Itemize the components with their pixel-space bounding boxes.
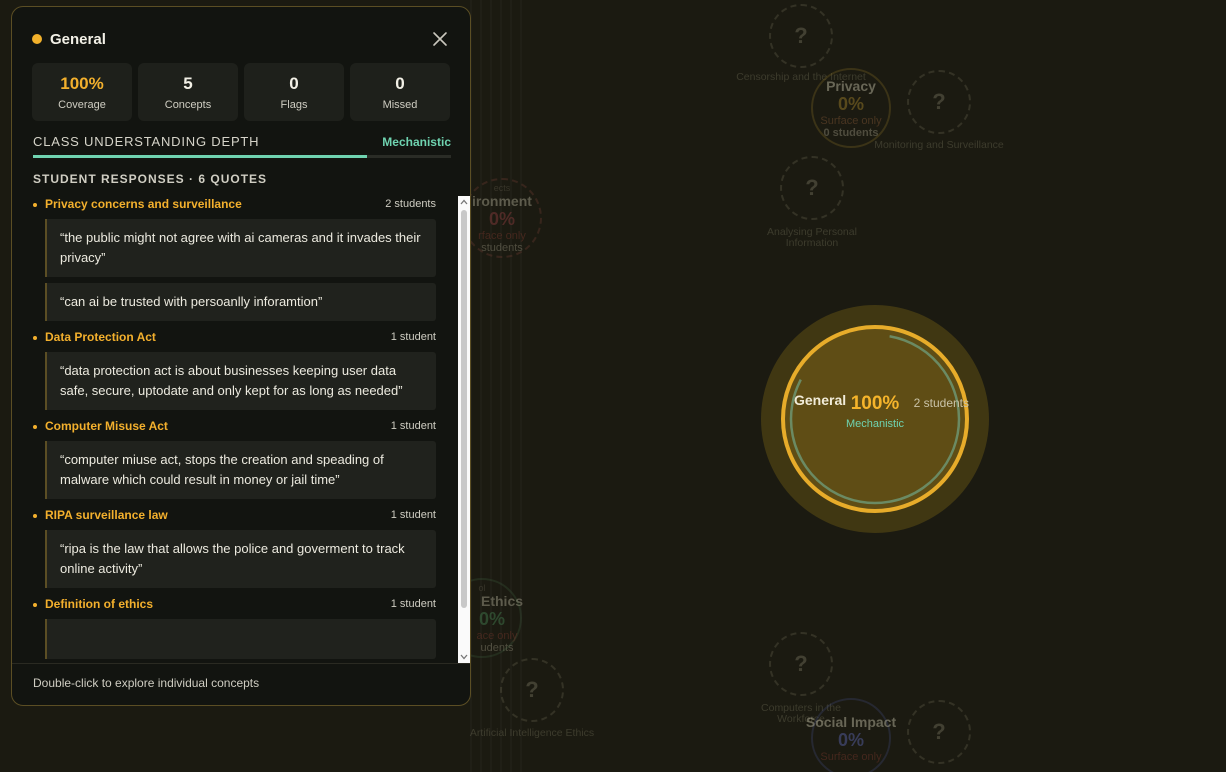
student-quote: “can ai be trusted with persoanlly infor…	[45, 283, 436, 321]
unknown-concept-label: Analysing Personal Information	[767, 226, 857, 249]
depth-value: Mechanistic	[382, 135, 451, 149]
stat-coverage: 100% Coverage	[32, 63, 132, 121]
concept-name: RIPA surveillance law	[45, 508, 168, 522]
topic-student-count: students	[481, 241, 523, 254]
topic-name: Privacy	[826, 77, 876, 94]
question-mark-icon: ?	[932, 719, 946, 744]
unknown-concept-node[interactable]: ?	[907, 700, 971, 764]
unknown-concept-node[interactable]: ?	[780, 156, 844, 220]
response-group: Computer Misuse Act 1 student “computer …	[32, 419, 436, 499]
topic-depth: Surface only	[820, 114, 882, 127]
depth-title: CLASS UNDERSTANDING DEPTH	[33, 134, 260, 149]
chevron-down-icon	[460, 654, 468, 660]
student-quote: “ripa is the law that allows the police …	[45, 530, 436, 588]
response-group: RIPA surveillance law 1 student “ripa is…	[32, 508, 436, 588]
chevron-up-icon	[460, 199, 468, 205]
concept-student-count: 1 student	[390, 331, 436, 343]
topic-status-dot	[32, 34, 42, 44]
topic-node-privacy[interactable]: Privacy 0% Surface only 0 students	[811, 68, 891, 148]
unknown-concept-node[interactable]: ?	[500, 658, 564, 722]
close-icon	[433, 32, 447, 46]
concept-student-count: 1 student	[390, 598, 436, 610]
question-mark-icon: ?	[932, 89, 946, 114]
stat-label: Missed	[382, 98, 418, 111]
topic-name: General	[794, 392, 847, 408]
bullet-icon	[33, 425, 37, 429]
topic-depth: Mechanistic	[845, 418, 905, 430]
scrollbar-thumb[interactable]	[461, 210, 467, 608]
question-mark-icon: ?	[805, 175, 819, 200]
stat-label: Concepts	[164, 98, 212, 111]
stat-missed: 0 Missed	[350, 63, 450, 121]
unknown-concept-label: Monitoring and Surveillance	[874, 139, 1004, 151]
topic-node-social-impact[interactable]: Social Impact 0% Surface only	[806, 698, 896, 772]
bullet-icon	[33, 603, 37, 607]
bullet-icon	[33, 203, 37, 207]
question-mark-icon: ?	[794, 651, 808, 676]
concept-student-count: 1 student	[390, 509, 436, 521]
concept-name: Computer Misuse Act	[45, 419, 168, 433]
student-quote	[45, 619, 436, 659]
topic-student-count: 2 students	[913, 396, 969, 410]
unknown-concept-node[interactable]: ?	[769, 4, 833, 68]
concept-name: Data Protection Act	[45, 330, 156, 344]
understanding-depth: CLASS UNDERSTANDING DEPTH Mechanistic	[33, 134, 451, 150]
stat-value: 100%	[60, 73, 104, 93]
topic-detail-panel: General 100% Coverage 5 Concepts 0 Flags…	[11, 6, 471, 706]
scroll-up-button[interactable]	[458, 196, 470, 208]
footer-divider	[12, 663, 470, 664]
general-node-text: General 100% Mechanistic 2 students	[781, 392, 969, 430]
stats-row: 100% Coverage 5 Concepts 0 Flags 0 Misse…	[32, 63, 450, 121]
scroll-down-button[interactable]	[458, 651, 470, 663]
bullet-icon	[33, 336, 37, 340]
stat-label: Coverage	[58, 98, 106, 111]
student-quote: “data protection act is about businesses…	[45, 352, 436, 410]
topic-percent: 0%	[837, 729, 864, 750]
topic-name: Social Impact	[805, 713, 897, 730]
panel-footer-hint: Double-click to explore individual conce…	[33, 676, 260, 690]
responses-title: STUDENT RESPONSES · 6 QUOTES	[33, 172, 268, 186]
response-group: Data Protection Act 1 student “data prot…	[32, 330, 436, 410]
topic-tag: ol	[478, 582, 486, 593]
concept-student-count: 1 student	[390, 420, 436, 432]
stat-flags: 0 Flags	[244, 63, 344, 121]
unknown-concept-node[interactable]: ?	[769, 632, 833, 696]
topic-depth: rface only	[478, 229, 526, 242]
stat-value: 5	[183, 73, 193, 93]
responses-list[interactable]: Privacy concerns and surveillance 2 stud…	[32, 197, 436, 663]
question-mark-icon: ?	[525, 677, 539, 702]
concept-name: Definition of ethics	[45, 597, 153, 611]
stat-label: Flags	[280, 98, 308, 111]
depth-progress-fill	[33, 155, 368, 158]
concept-name: Privacy concerns and surveillance	[45, 197, 242, 211]
topic-depth: Surface only	[820, 750, 882, 763]
student-quote: “the public might not agree with ai came…	[45, 219, 436, 277]
topic-student-count: 0 students	[823, 126, 879, 139]
topic-node-environment[interactable]: ects ironment 0% rface only students	[462, 178, 542, 258]
responses-scrollbar[interactable]	[458, 196, 470, 663]
stat-value: 0	[395, 73, 405, 93]
close-button[interactable]	[430, 29, 450, 49]
stat-value: 0	[289, 73, 299, 93]
topic-name: ironment	[472, 192, 532, 209]
response-group: Privacy concerns and surveillance 2 stud…	[32, 197, 436, 321]
topic-tag: ects	[493, 182, 511, 193]
unknown-concept-node[interactable]: ?	[907, 70, 971, 134]
topic-percent: 0%	[837, 93, 864, 114]
unknown-concept-label: Artificial Intelligence Ethics	[469, 727, 595, 739]
question-mark-icon: ?	[794, 23, 808, 48]
topic-percent: 0%	[488, 208, 515, 229]
stat-concepts: 5 Concepts	[138, 63, 238, 121]
student-quote: “computer miuse act, stops the creation …	[45, 441, 436, 499]
panel-title: General	[50, 30, 106, 48]
bullet-icon	[33, 514, 37, 518]
depth-progress-bar	[33, 155, 451, 158]
response-group: Definition of ethics 1 student	[32, 597, 436, 659]
panel-header: General	[32, 29, 450, 49]
concept-student-count: 2 students	[385, 198, 436, 210]
